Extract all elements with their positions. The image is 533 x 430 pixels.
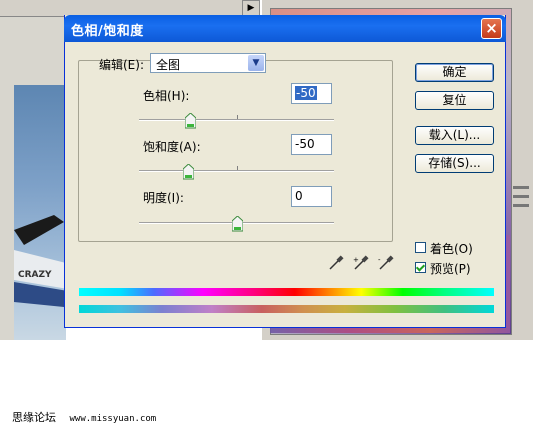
eyedropper-add-icon[interactable]: +: [353, 255, 369, 271]
hue-value: -50: [295, 86, 317, 100]
svg-text:CRAZY: CRAZY: [18, 270, 52, 280]
preview-checkbox[interactable]: [415, 262, 426, 273]
edit-label: 编辑(E):: [99, 58, 144, 72]
saturation-value: -50: [295, 137, 315, 151]
svg-text:+: +: [353, 256, 359, 264]
load-button[interactable]: 载入(L)...: [415, 126, 494, 145]
colorize-checkbox[interactable]: [415, 242, 426, 253]
dialog-titlebar[interactable]: 色相/饱和度 ×: [64, 15, 506, 42]
watermark: 思缘论坛 www.missyuan.com: [12, 409, 156, 425]
watermark-site: 思缘论坛: [12, 411, 56, 424]
saturation-slider-thumb[interactable]: [183, 164, 194, 180]
preview-label: 预览(P): [430, 262, 471, 276]
lightness-input[interactable]: 0: [291, 186, 332, 207]
lightness-value: 0: [295, 189, 303, 203]
hue-input[interactable]: -50: [291, 83, 332, 104]
edit-select-value: 全图: [156, 58, 181, 72]
grip-icon[interactable]: [509, 180, 533, 230]
save-button[interactable]: 存储(S)...: [415, 154, 494, 173]
hue-slider-track[interactable]: [139, 119, 334, 121]
reset-button[interactable]: 复位: [415, 91, 494, 110]
play-arrow-icon[interactable]: ▶: [242, 0, 260, 16]
eyedropper-subtract-icon[interactable]: -: [378, 255, 394, 271]
eyedropper-icon[interactable]: [328, 255, 344, 271]
dialog-title: 色相/饱和度: [71, 24, 144, 39]
saturation-slider-track[interactable]: [139, 170, 334, 172]
output-color-bar: [79, 305, 494, 313]
hue-slider-thumb[interactable]: [185, 113, 196, 129]
close-icon[interactable]: ×: [481, 18, 502, 39]
svg-text:-: -: [378, 256, 381, 264]
saturation-input[interactable]: -50: [291, 134, 332, 155]
colorize-label: 着色(O): [430, 242, 473, 256]
input-color-bar: [79, 288, 494, 296]
edit-select[interactable]: 全图 ▼: [150, 53, 266, 73]
saturation-center-tick: [237, 166, 238, 170]
hue-label: 色相(H):: [143, 89, 190, 103]
lightness-label: 明度(I):: [143, 191, 184, 205]
hue-saturation-dialog: 色相/饱和度 × 编辑(E): 全图 ▼ 色相(H): -50 饱和度(A): …: [64, 15, 506, 328]
adjustment-group: [78, 60, 393, 242]
watermark-url: www.missyuan.com: [69, 414, 157, 424]
chevron-down-icon[interactable]: ▼: [248, 55, 264, 71]
lightness-slider-thumb[interactable]: [232, 216, 243, 232]
hue-center-tick: [237, 115, 238, 119]
ok-button[interactable]: 确定: [415, 63, 494, 82]
saturation-label: 饱和度(A):: [143, 140, 201, 154]
